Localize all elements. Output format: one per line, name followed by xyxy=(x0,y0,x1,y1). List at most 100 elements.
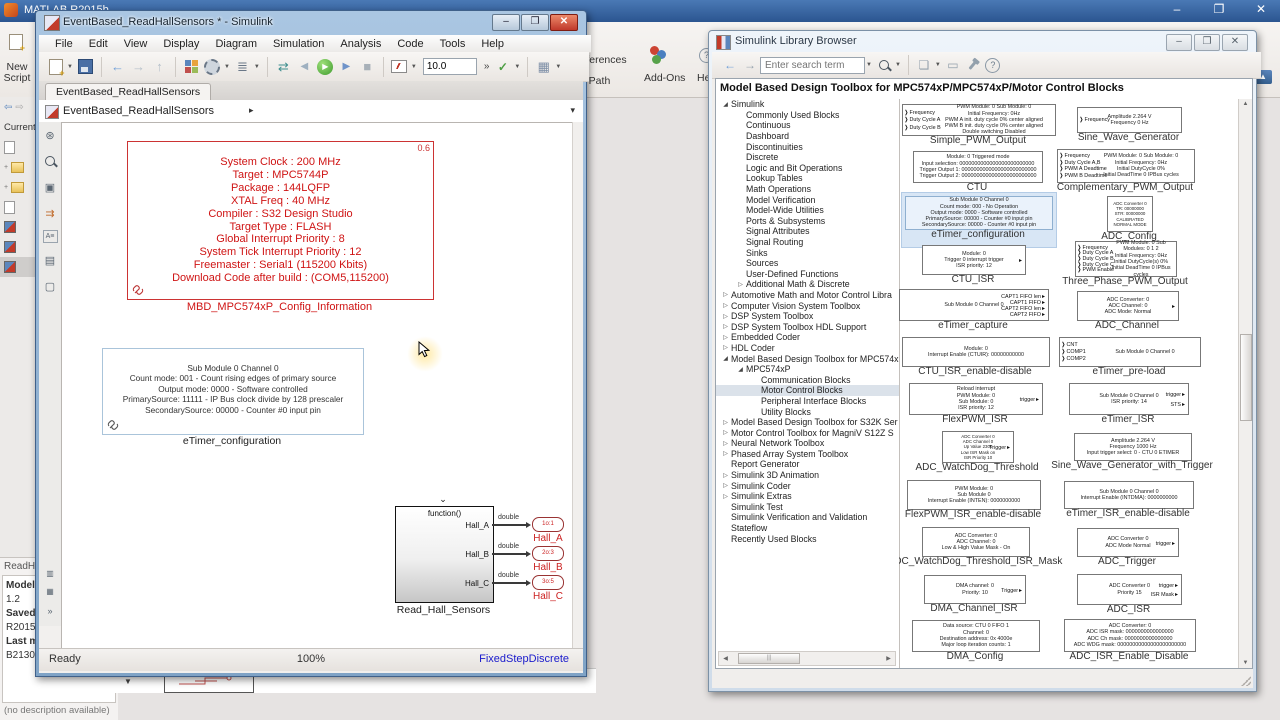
menu-analysis[interactable]: Analysis xyxy=(332,38,389,50)
stop-icon[interactable]: ■ xyxy=(358,57,377,76)
validate-icon[interactable]: ✓ xyxy=(493,57,512,76)
tree-item-report-generator[interactable]: Report Generator xyxy=(716,459,899,470)
library-browser-icon[interactable] xyxy=(182,57,201,76)
menu-display[interactable]: Display xyxy=(155,38,207,50)
library-block-etimer_capture[interactable]: Sub Module 0 Channel 0CAPT1 FIFO lenCAPT… xyxy=(899,289,1049,321)
file-item[interactable] xyxy=(0,197,36,217)
outport-block[interactable]: 3o:5 xyxy=(532,575,564,590)
model-file-item[interactable] xyxy=(0,237,36,257)
save-icon[interactable] xyxy=(76,57,95,76)
step-forward-icon[interactable]: ▶ xyxy=(337,57,356,76)
tree-item-mpc574xp[interactable]: ◢MPC574xP xyxy=(716,364,899,375)
model-canvas[interactable]: 0.6 System Clock : 200 MHzTarget : MPC57… xyxy=(61,122,573,649)
collapsed-arrow-icon[interactable]: ▷ xyxy=(720,291,731,298)
collapsed-arrow-icon[interactable]: ▷ xyxy=(720,440,731,447)
model-file-item-selected[interactable] xyxy=(0,257,36,277)
tree-item-neural-network-toolbox[interactable]: ▷Neural Network Toolbox xyxy=(716,438,899,449)
new-script-icon[interactable] xyxy=(6,34,26,58)
library-block-complementary_pwm_output[interactable]: PWM Module: 0 Sub Module: 0Initial Frequ… xyxy=(1057,149,1195,183)
tree-item-peripheral-interface-blocks[interactable]: Peripheral Interface Blocks xyxy=(716,396,899,407)
tree-item-dsp-system-toolbox[interactable]: ▷DSP System Toolbox xyxy=(716,311,899,322)
dropdown-arrow-icon[interactable]: ▼ xyxy=(224,64,230,70)
tree-item-sinks[interactable]: Sinks xyxy=(716,247,899,258)
library-block-sine_wave_generator[interactable]: Amplitude 2.264 VFrequency 0 HzFrequency xyxy=(1077,107,1182,133)
collapsed-arrow-icon[interactable]: ▷ xyxy=(720,302,731,309)
collapsed-arrow-icon[interactable]: ▷ xyxy=(720,472,731,479)
scroll-left-icon[interactable]: ◀ xyxy=(719,655,732,662)
new-script-label[interactable]: New Script xyxy=(2,62,32,84)
run-icon[interactable]: ▶ xyxy=(316,57,335,76)
scroll-up-icon[interactable]: ▲ xyxy=(1239,101,1252,107)
library-block-adc_watchdog_threshold[interactable]: ADC Converter 0ADC Channel 0Up Value 230… xyxy=(942,431,1014,463)
model-configuration-icon[interactable]: ≣ xyxy=(233,57,252,76)
menu-view[interactable]: View xyxy=(116,38,156,50)
connect-to-target-icon[interactable]: ⇄ xyxy=(274,57,293,76)
tree-item-user-defined-functions[interactable]: User-Defined Functions xyxy=(716,269,899,280)
tree-horizontal-scrollbar[interactable]: ◀ ||| ▶ xyxy=(718,651,896,666)
tree-item-ports-subsystems[interactable]: Ports & Subsystems xyxy=(716,216,899,227)
tree-item-phased-array-system-toolbox[interactable]: ▷Phased Array System Toolbox xyxy=(716,449,899,460)
etimer-config-block[interactable]: Sub Module 0 Channel 0Count mode: 001 - … xyxy=(102,348,364,435)
add-ons-icon[interactable] xyxy=(648,46,668,66)
canvas-vertical-scrollbar[interactable] xyxy=(572,122,583,649)
expand-icon[interactable]: » xyxy=(39,598,61,624)
folder-item[interactable]: + xyxy=(0,157,36,177)
combo-arrow-icon[interactable]: ▼ xyxy=(124,677,132,686)
screenshot-icon[interactable]: ▤ xyxy=(39,247,61,273)
minimize-icon[interactable]: – xyxy=(1164,2,1190,16)
library-block-etimer_configuration[interactable]: Sub Module 0 Channel 0Count mode: 000 - … xyxy=(905,196,1053,230)
close-icon[interactable]: ✕ xyxy=(1222,34,1248,51)
tree-item-simulink-extras[interactable]: ▷Simulink Extras xyxy=(716,491,899,502)
menu-code[interactable]: Code xyxy=(389,38,431,50)
palette-icon[interactable]: ▢ xyxy=(39,273,61,299)
library-block-dma_channel_isr[interactable]: DMA channel: 0Priority: 10Trigger xyxy=(924,575,1026,604)
tree-item-model-based-design-toolbox-for-mpc574x[interactable]: ◢Model Based Design Toolbox for MPC574x xyxy=(716,353,899,364)
nav-arrows[interactable]: ⇦ ⇨ xyxy=(0,97,36,117)
library-block-adc_isr[interactable]: ADC Converter 0Priority 15triggerISR Mas… xyxy=(1077,574,1182,605)
scroll-right-icon[interactable]: ▶ xyxy=(882,655,895,662)
file-item[interactable] xyxy=(0,137,36,157)
add-ons-button[interactable]: Add-Ons xyxy=(644,72,685,84)
search-dropdown-icon[interactable]: ▼ xyxy=(866,62,872,68)
tree-item-hdl-coder[interactable]: ▷HDL Coder xyxy=(716,343,899,354)
maximize-icon[interactable]: ❐ xyxy=(1194,34,1220,51)
simulation-time-input[interactable] xyxy=(423,58,477,75)
dropdown-arrow-icon[interactable]: ▼ xyxy=(935,62,941,68)
library-search-input[interactable] xyxy=(760,57,865,74)
collapsed-arrow-icon[interactable]: ▷ xyxy=(720,429,731,436)
tree-item-simulink-3d-animation[interactable]: ▷Simulink 3D Animation xyxy=(716,470,899,481)
library-block-etimer_pre_load[interactable]: Sub Module 0 Channel 0CNTCOMP1COMP2 xyxy=(1059,337,1201,367)
tree-item-model-based-design-toolbox-for-s32k-ser[interactable]: ▷Model Based Design Toolbox for S32K Ser xyxy=(716,417,899,428)
close-icon[interactable]: ✕ xyxy=(550,14,578,31)
tree-item-simulink-test[interactable]: Simulink Test xyxy=(716,502,899,513)
maximize-icon[interactable]: ❐ xyxy=(521,14,549,31)
library-block-flexpwm_isr_enable_disable[interactable]: PWM Module: 0Sub Module 0Interrupt Enabl… xyxy=(907,480,1041,510)
tree-item-discrete[interactable]: Discrete xyxy=(716,152,899,163)
tree-item-simulink[interactable]: ◢Simulink xyxy=(716,99,899,110)
collapsed-arrow-icon[interactable]: ▷ xyxy=(720,344,731,351)
library-block-adc_isr_enable_disable[interactable]: ADC Converter: 0ADC ISR mask: 0000000000… xyxy=(1064,619,1196,652)
library-browser-titlebar[interactable]: Simulink Library Browser – ❐ ✕ xyxy=(709,31,1256,52)
library-block-ctu[interactable]: Module: 0 Triggered modeInput selection:… xyxy=(913,151,1043,183)
menu-file[interactable]: File xyxy=(47,38,81,50)
build-icon[interactable]: ▦ xyxy=(534,57,553,76)
up-icon[interactable]: ↑ xyxy=(150,57,169,76)
back-icon[interactable]: ← xyxy=(721,56,739,74)
close-icon[interactable]: ✕ xyxy=(1248,2,1274,16)
library-block-adc_config[interactable]: ADC Converter 0TR: 00000000STR: 00000000… xyxy=(1107,196,1153,232)
maximize-icon[interactable]: ❐ xyxy=(1206,2,1232,16)
forward-icon[interactable]: → xyxy=(741,56,759,74)
new-window-icon[interactable]: ❏ xyxy=(915,56,933,74)
tree-item-model-verification[interactable]: Model Verification xyxy=(716,194,899,205)
scrollbar-thumb[interactable] xyxy=(1240,334,1252,421)
read-hall-sensors-subsystem[interactable]: function() Hall_AHall_BHall_C xyxy=(395,506,494,603)
settings-icon[interactable] xyxy=(203,57,222,76)
menu-edit[interactable]: Edit xyxy=(81,38,116,50)
annotation-icon[interactable]: A≡ xyxy=(43,230,58,243)
collapsed-arrow-icon[interactable]: ▷ xyxy=(720,323,731,330)
blocks-vertical-scrollbar[interactable]: ▲ ▼ xyxy=(1238,99,1252,668)
collapsed-arrow-icon[interactable]: ▷ xyxy=(720,419,731,426)
folder-item[interactable]: + xyxy=(0,177,36,197)
tree-item-lookup-tables[interactable]: Lookup Tables xyxy=(716,173,899,184)
fit-to-view-icon[interactable]: ▣ xyxy=(39,174,61,200)
